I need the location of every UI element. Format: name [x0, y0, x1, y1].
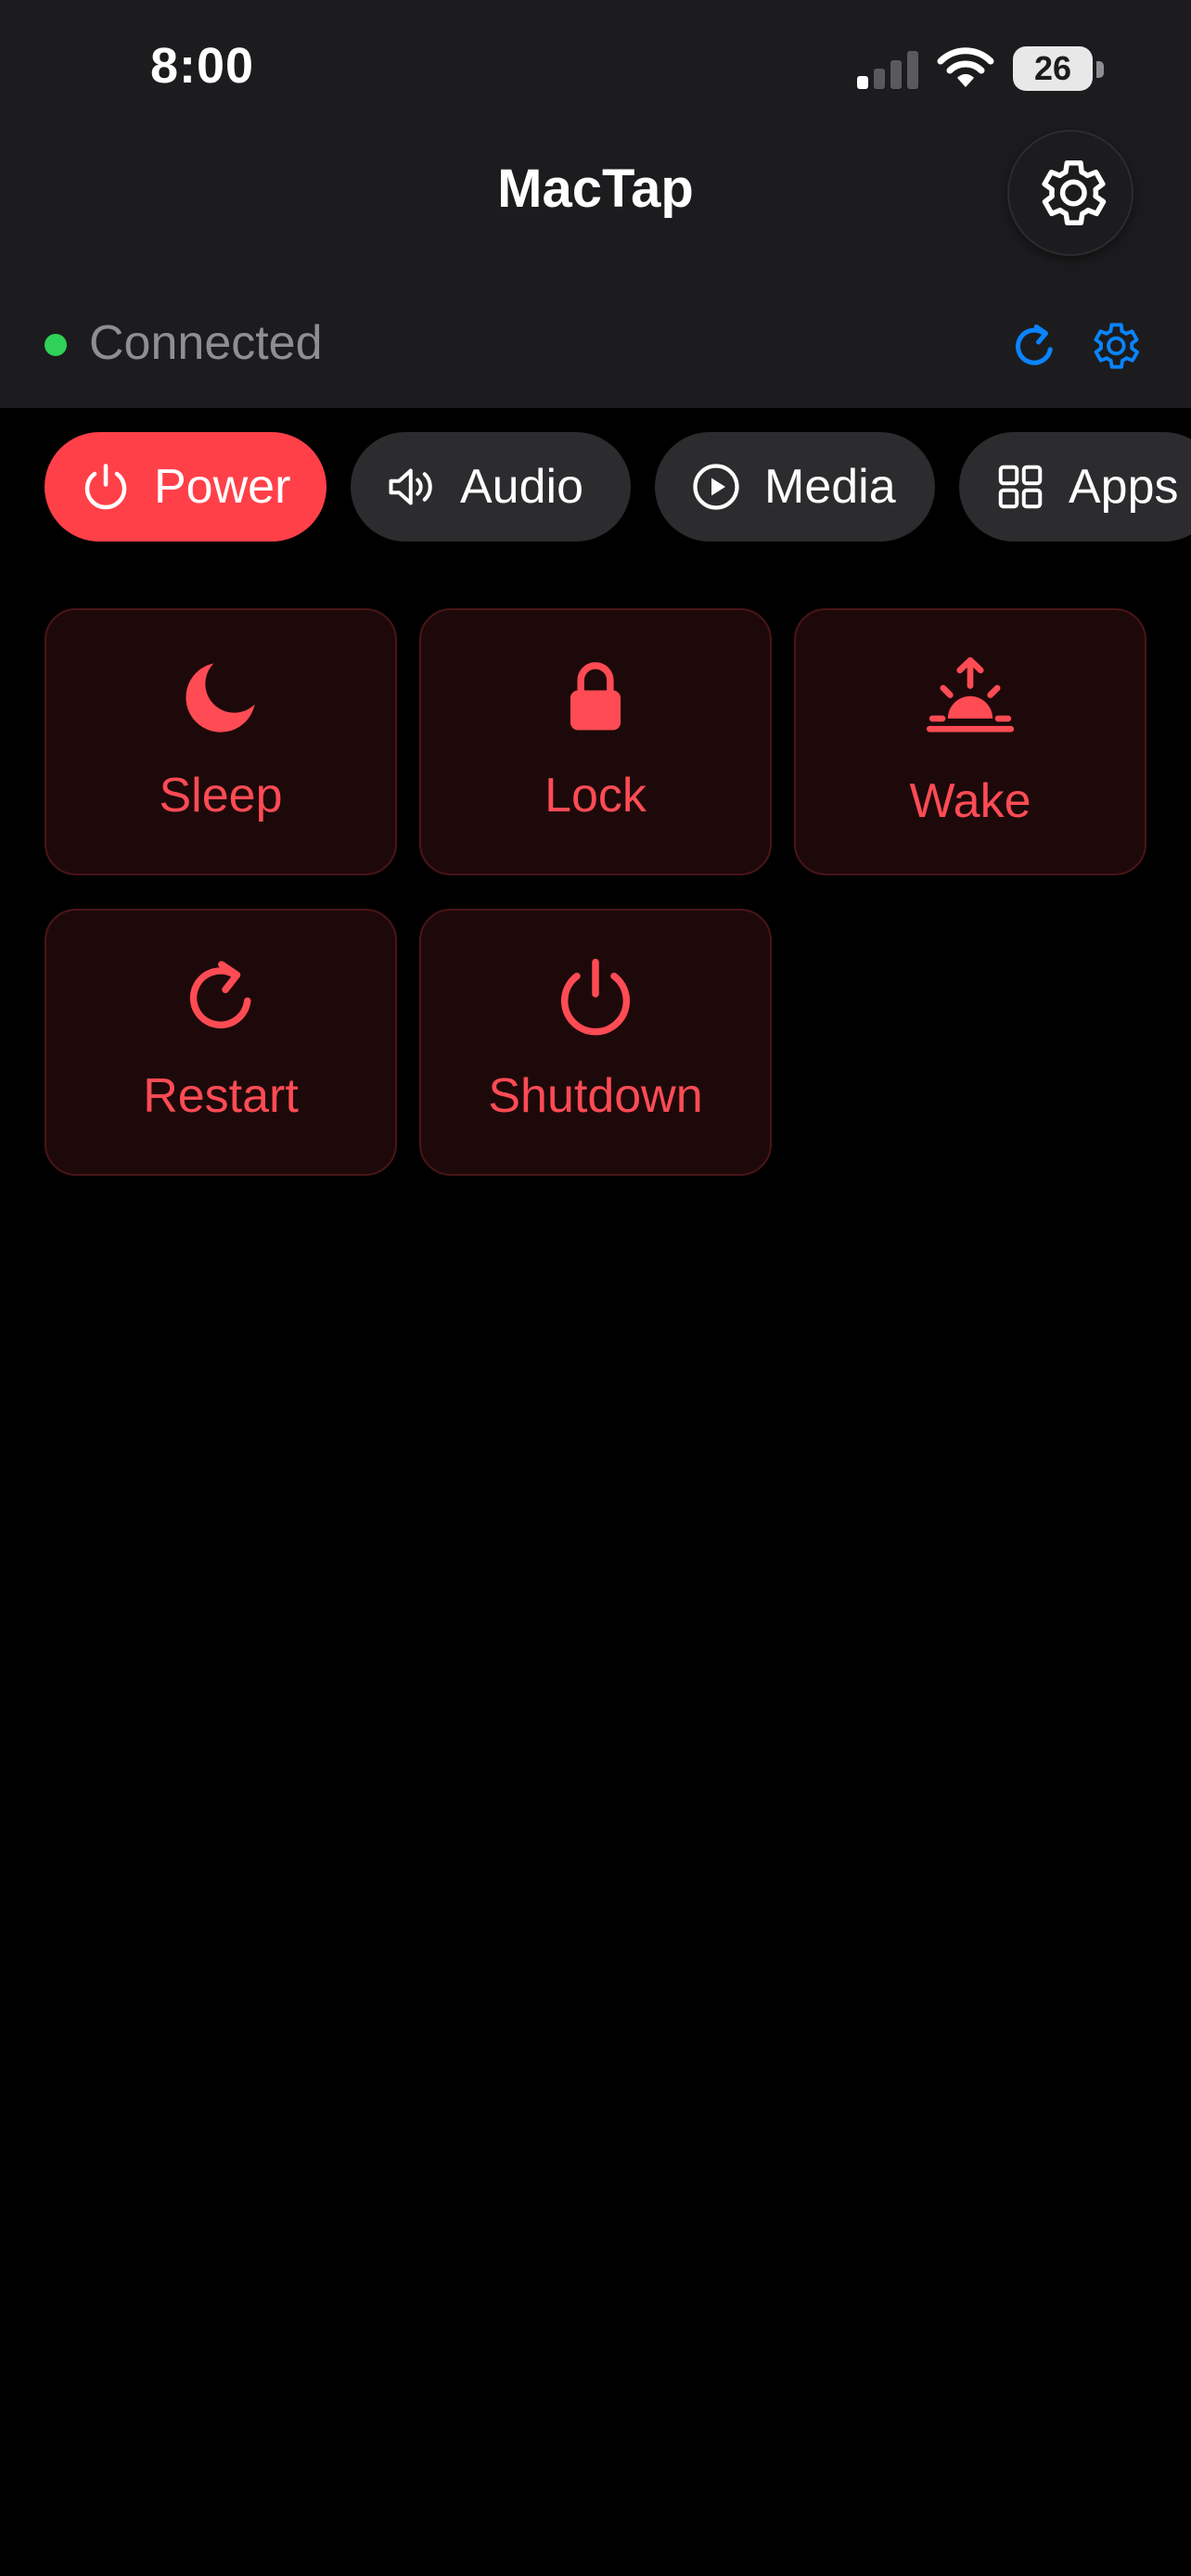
- lock-icon: [421, 651, 770, 744]
- tab-apps[interactable]: Apps: [959, 432, 1191, 542]
- tab-label: Apps: [1069, 460, 1179, 514]
- wake-label: Wake: [909, 774, 1031, 828]
- wifi-icon: [937, 47, 994, 87]
- tab-power[interactable]: Power: [45, 432, 327, 542]
- cellular-signal-icon: [857, 51, 918, 89]
- restart-label: Restart: [143, 1069, 299, 1123]
- tab-label: Audio: [460, 460, 583, 514]
- tab-label: Power: [154, 460, 291, 514]
- tab-audio[interactable]: Audio: [351, 432, 631, 542]
- tab-label: Media: [764, 460, 896, 514]
- sunrise-icon: [796, 651, 1145, 744]
- tab-media[interactable]: Media: [655, 432, 935, 542]
- battery-cap: [1096, 61, 1104, 78]
- header-area: 8:00 26 MacTap Connected: [0, 0, 1191, 408]
- grid-icon: [992, 459, 1048, 515]
- sleep-label: Sleep: [159, 769, 283, 823]
- speaker-icon: [384, 459, 440, 515]
- connection-status-label: Connected: [89, 316, 323, 370]
- refresh-icon[interactable]: [1007, 317, 1063, 375]
- wake-button[interactable]: Wake: [794, 608, 1146, 875]
- battery-icon: 26: [1013, 46, 1106, 93]
- moon-icon: [46, 651, 395, 744]
- settings-button[interactable]: [1009, 132, 1132, 254]
- connection-status-dot: [45, 334, 67, 356]
- sleep-button[interactable]: Sleep: [45, 608, 397, 875]
- gear-icon: [1042, 159, 1107, 226]
- shutdown-label: Shutdown: [488, 1069, 703, 1123]
- status-time: 8:00: [150, 38, 255, 94]
- power-icon: [421, 951, 770, 1044]
- category-tabs: Power Audio Media Apps: [45, 432, 1191, 542]
- gear-icon[interactable]: [1085, 317, 1143, 375]
- power-icon: [78, 459, 134, 515]
- restart-icon: [46, 951, 395, 1044]
- lock-button[interactable]: Lock: [419, 608, 772, 875]
- play-icon: [688, 459, 744, 515]
- restart-button[interactable]: Restart: [45, 909, 397, 1176]
- lock-label: Lock: [544, 769, 647, 823]
- shutdown-button[interactable]: Shutdown: [419, 909, 772, 1176]
- battery-level: 26: [1013, 46, 1093, 91]
